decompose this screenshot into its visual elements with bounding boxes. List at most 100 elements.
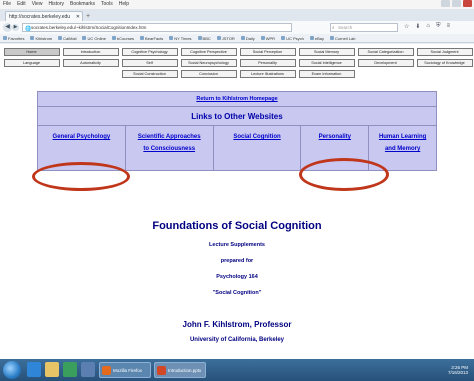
nav-button-social-intelligence[interactable]: Social Intelligence <box>298 59 355 67</box>
nav-button-social-categorization[interactable]: Social Categorization <box>357 48 414 56</box>
bookmark-item[interactable]: UC Online <box>82 36 106 41</box>
bookmark-item[interactable]: WPR <box>260 35 276 41</box>
bookmark-item[interactable]: bCourses <box>111 36 134 41</box>
app-icon[interactable] <box>81 362 95 377</box>
bookmark-icon <box>309 36 314 40</box>
bookmark-item[interactable]: NY Times <box>169 35 192 41</box>
nav-button-social-perception[interactable]: Social Perception <box>239 48 296 56</box>
system-tray-clock[interactable]: 3:26 PM 7/16/2013 <box>448 365 468 375</box>
bookmark-label: Cornell Lab <box>334 35 356 41</box>
url-text: socrates.berkeley.edu/~kihlstrm/SocialCo… <box>31 25 147 30</box>
task-label: Mozilla Firefox <box>113 367 143 373</box>
nav-button-social-judgment[interactable]: Social Judgment <box>416 48 473 56</box>
bookmark-label: UC Psych <box>286 35 304 41</box>
nav-button-social-memory[interactable]: Social Memory <box>298 48 355 56</box>
close-tab-icon[interactable]: ✕ <box>76 14 80 20</box>
nav-row: Language Automaticity Self Social Neurop… <box>3 59 473 67</box>
home-icon[interactable]: ⌂ <box>426 23 430 30</box>
bookmark-label: WPR <box>265 35 276 41</box>
subtitle-line: Lecture Supplements <box>209 242 265 248</box>
nav-button-language[interactable]: Language <box>3 59 60 67</box>
link-cell: Social Cognition <box>214 126 302 170</box>
powerpoint-icon <box>157 365 166 375</box>
nav-button-cognitive-perspective[interactable]: Cognitive Perspective <box>180 48 237 56</box>
nav-button-conclusion[interactable]: Conclusion <box>180 70 237 78</box>
menu-edit[interactable]: Edit <box>17 0 26 9</box>
bookmark-icon <box>260 36 265 40</box>
nav-button-introduction[interactable]: Introduction <box>62 48 119 56</box>
nav-button-sociology-of-knowledge[interactable]: Sociology of Knowledge <box>416 59 473 67</box>
forward-button[interactable]: ▶ <box>12 24 19 31</box>
downloads-icon[interactable]: ⬇ <box>415 23 420 30</box>
back-button[interactable]: ◀ <box>3 23 12 32</box>
bookmark-icon <box>329 36 334 40</box>
link-cell: Scientific Approaches to Consciousness <box>126 126 214 170</box>
web-page: Home Introduction Cognitive Psychology C… <box>0 44 474 359</box>
close-window-button[interactable] <box>463 0 472 7</box>
bookmark-icon <box>58 36 63 40</box>
minimize-button[interactable] <box>441 0 450 7</box>
new-tab-button[interactable]: + <box>86 13 94 20</box>
bookmark-item[interactable]: UC Psych <box>281 36 304 41</box>
nav-button-cognitive-psychology[interactable]: Cognitive Psychology <box>121 48 178 56</box>
star-icon[interactable]: ☆ <box>404 23 409 30</box>
nav-button-development[interactable]: Development <box>357 59 414 67</box>
bookmark-item[interactable]: Cornell Lab <box>329 35 356 41</box>
menu-tools[interactable]: Tools <box>101 0 113 9</box>
nav-button-personality[interactable]: Personality <box>239 59 296 67</box>
link-and-memory[interactable]: and Memory <box>385 143 420 155</box>
link-personality[interactable]: Personality <box>319 131 351 143</box>
nav-button-home[interactable]: Home <box>3 48 60 56</box>
menu-bookmarks[interactable]: Bookmarks <box>70 0 95 9</box>
bookmark-item[interactable]: Daily <box>240 35 255 41</box>
search-box[interactable]: ⌕ Search <box>330 23 398 32</box>
menu-view[interactable]: View <box>32 0 43 9</box>
nav-button-lecture-illustrations[interactable]: Lecture Illustrations <box>239 70 296 78</box>
menu-file[interactable]: File <box>3 0 11 9</box>
browser-tab[interactable]: http://socrates.berkeley.edu ✕ <box>5 11 83 21</box>
nav-button-automaticity[interactable]: Automaticity <box>62 59 119 67</box>
bookmark-item[interactable]: Favorites <box>3 36 24 41</box>
media-player-icon[interactable] <box>63 362 77 377</box>
link-to-consciousness[interactable]: to Consciousness <box>143 143 195 155</box>
bookmark-item[interactable]: BBC <box>197 36 211 41</box>
nav-button-exam-information[interactable]: Exam Information <box>298 70 355 78</box>
nav-button-social-construction[interactable]: Social Construction <box>121 70 178 78</box>
task-label: Introduction.pptx <box>168 367 202 373</box>
taskbar-item-powerpoint[interactable]: Introduction.pptx <box>154 362 206 378</box>
link-general-psychology[interactable]: General Psychology <box>53 131 111 143</box>
bookmark-label: JSTOR <box>221 35 235 41</box>
link-social-cognition[interactable]: Social Cognition <box>233 131 280 143</box>
nav-button-self[interactable]: Self <box>121 59 178 67</box>
nav-button-social-neuropsychology[interactable]: Social Neuropsychology <box>180 59 237 67</box>
maximize-button[interactable] <box>452 0 461 7</box>
bookmark-label: NY Times <box>174 35 192 41</box>
menu-history[interactable]: History <box>48 0 64 9</box>
navigation-bar: ◀ ▶ 🌐 socrates.berkeley.edu/~kihlstrm/So… <box>0 21 474 35</box>
link-human-learning[interactable]: Human Learning <box>379 131 426 143</box>
toolbar-icons: ☆ ⬇ ⌂ ⛨ ≡ <box>404 23 450 30</box>
bookmark-item[interactable]: eBay <box>309 36 324 41</box>
bookmark-icon <box>240 36 245 40</box>
menu-icon[interactable]: ≡ <box>447 23 451 30</box>
firefox-icon <box>102 365 111 375</box>
bookmark-item[interactable]: BearFacts <box>140 36 163 41</box>
bookmark-item[interactable]: JSTOR <box>216 35 235 41</box>
bookmark-item[interactable]: CalMail <box>58 36 76 41</box>
site-identity-icon[interactable]: 🌐 <box>25 25 31 33</box>
bookmark-item[interactable]: Kihlstrom <box>30 36 52 41</box>
ie-icon[interactable] <box>27 362 41 377</box>
start-button[interactable] <box>3 361 21 379</box>
url-bar[interactable]: 🌐 socrates.berkeley.edu/~kihlstrm/Social… <box>22 23 292 32</box>
menu-help[interactable]: Help <box>119 0 129 9</box>
taskbar-item-firefox[interactable]: Mozilla Firefox <box>99 362 151 378</box>
return-homepage-link[interactable]: Return to Kihlstrom Homepage <box>196 96 277 102</box>
tab-title: http://socrates.berkeley.edu <box>9 13 71 20</box>
affiliation: University of California, Berkeley <box>189 337 285 343</box>
bookmark-label: Daily <box>245 35 255 41</box>
shield-icon[interactable]: ⛨ <box>436 23 441 30</box>
lecture-nav: Home Introduction Cognitive Psychology C… <box>3 48 473 81</box>
folder-icon[interactable] <box>45 362 59 377</box>
link-scientific-approaches[interactable]: Scientific Approaches <box>138 131 201 143</box>
bookmark-icon <box>3 36 7 40</box>
